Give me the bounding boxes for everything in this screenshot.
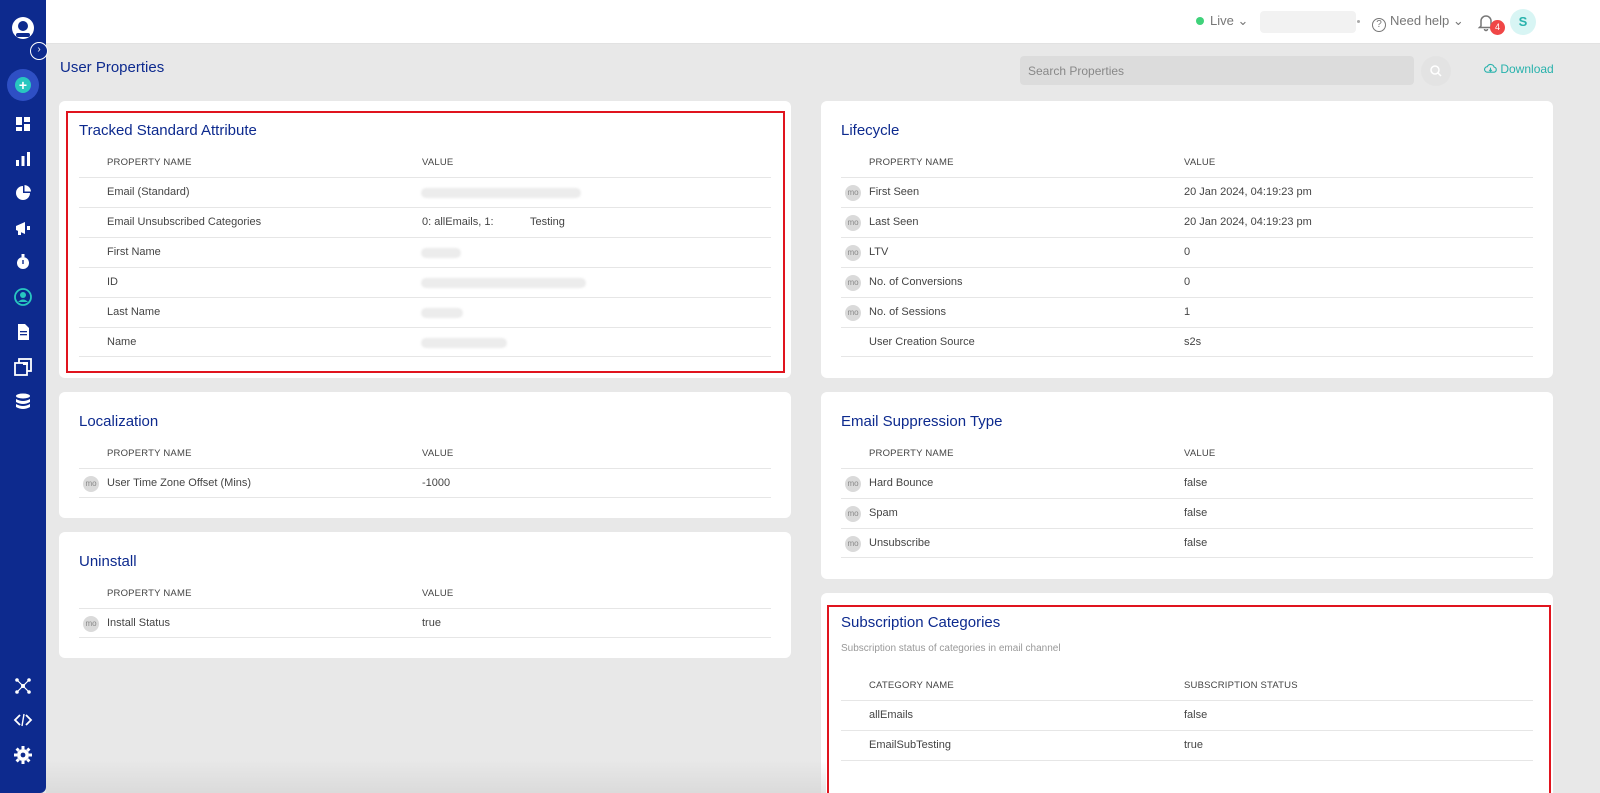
mo-badge: mo: [83, 616, 99, 632]
column-header-value: VALUE: [422, 588, 454, 599]
highlight-box: [66, 111, 785, 373]
column-header-property-name: PROPERTY NAME: [107, 448, 192, 459]
data-icon[interactable]: [13, 391, 33, 411]
property-value: true: [422, 617, 441, 629]
table-row: mo Install Status true: [79, 608, 771, 638]
notification-count-badge: 4: [1490, 20, 1505, 35]
bottom-fade: [46, 760, 826, 793]
card-title: Lifecycle: [841, 122, 900, 139]
table-row: mo Spam false: [841, 498, 1533, 528]
search-button[interactable]: [1421, 56, 1451, 86]
live-status-dot-icon: [1196, 17, 1204, 25]
table-row: mo Hard Bounce false: [841, 468, 1533, 498]
chevron-down-icon: ⌄: [1237, 13, 1249, 28]
table-row: mo LTV 0: [841, 237, 1533, 267]
app-logo-icon[interactable]: [11, 16, 35, 40]
property-value: -1000: [422, 477, 451, 489]
uninstall-card: Uninstall PROPERTY NAME VALUE mo Install…: [59, 532, 791, 658]
expand-sidebar-icon[interactable]: ›: [30, 42, 48, 60]
card-title: Localization: [79, 413, 159, 430]
user-icon[interactable]: [13, 287, 33, 307]
mo-badge: mo: [845, 506, 861, 522]
environment-selector[interactable]: Live ⌄: [1196, 13, 1248, 29]
top-bar: [46, 0, 1600, 44]
mo-badge: mo: [845, 476, 861, 492]
lifecycle-card: Lifecycle PROPERTY NAME VALUE mo First S…: [821, 101, 1553, 378]
column-header-value: VALUE: [422, 448, 454, 459]
table-row: mo Last Seen 20 Jan 2024, 04:19:23 pm: [841, 207, 1533, 237]
search-properties-input[interactable]: [1020, 56, 1414, 85]
code-icon[interactable]: [13, 710, 33, 730]
property-value: false: [1184, 537, 1208, 549]
user-avatar[interactable]: S: [1510, 9, 1536, 35]
dashboard-icon[interactable]: [13, 114, 33, 134]
help-menu[interactable]: ? Need help ⌄: [1372, 13, 1464, 32]
help-label: Need help: [1390, 13, 1450, 28]
column-header-property-name: PROPERTY NAME: [869, 448, 954, 459]
column-header-value: VALUE: [1184, 448, 1216, 459]
property-value: false: [1184, 507, 1208, 519]
campaigns-icon[interactable]: [13, 218, 33, 238]
mo-badge: mo: [845, 305, 861, 321]
property-name: Unsubscribe: [869, 537, 931, 549]
property-name: Spam: [869, 507, 898, 519]
property-name: No. of Conversions: [869, 276, 963, 288]
table-row: mo Unsubscribe false: [841, 528, 1533, 558]
property-name: First Seen: [869, 186, 920, 198]
help-icon: ?: [1372, 18, 1386, 32]
create-new-button[interactable]: +: [7, 69, 39, 101]
search-icon: [1430, 65, 1442, 77]
property-name: User Creation Source: [869, 336, 975, 348]
property-value: s2s: [1184, 336, 1202, 348]
property-name: Last Seen: [869, 216, 919, 228]
property-value: false: [1184, 477, 1208, 489]
column-header-property-name: PROPERTY NAME: [107, 588, 192, 599]
card-title: Uninstall: [79, 553, 137, 570]
chevron-down-icon: ⌄: [1452, 13, 1464, 28]
analytics-icon[interactable]: [13, 149, 33, 169]
column-header-property-name: PROPERTY NAME: [869, 157, 954, 168]
download-link[interactable]: Download: [1484, 62, 1554, 76]
mo-badge: mo: [83, 476, 99, 492]
property-value: 1: [1184, 306, 1191, 318]
table-row: mo First Seen 20 Jan 2024, 04:19:23 pm: [841, 177, 1533, 207]
table-row: mo No. of Sessions 1: [841, 297, 1533, 327]
property-name: User Time Zone Offset (Mins): [107, 477, 252, 489]
page-title: User Properties: [60, 59, 165, 76]
download-label: Download: [1500, 62, 1554, 76]
table-row: User Creation Source s2s: [841, 327, 1533, 357]
mo-badge: mo: [845, 185, 861, 201]
mo-badge: mo: [845, 245, 861, 261]
table-row: mo User Time Zone Offset (Mins) -1000: [79, 468, 771, 498]
mo-badge: mo: [845, 215, 861, 231]
sidebar: › +: [0, 0, 48, 793]
mo-badge: mo: [845, 275, 861, 291]
environment-label: Live: [1210, 13, 1234, 28]
workspace-selector[interactable]: [1260, 11, 1360, 33]
templates-icon[interactable]: [13, 357, 33, 377]
cloud-download-icon: [1484, 63, 1497, 73]
content-icon[interactable]: [13, 322, 33, 342]
flows-icon[interactable]: [13, 252, 33, 272]
property-name: No. of Sessions: [869, 306, 947, 318]
settings-icon[interactable]: [13, 745, 33, 765]
integrations-icon[interactable]: [13, 676, 33, 696]
email-suppression-card: Email Suppression Type PROPERTY NAME VAL…: [821, 392, 1553, 579]
property-value: 20 Jan 2024, 04:19:23 pm: [1184, 216, 1312, 228]
property-name: Hard Bounce: [869, 477, 934, 489]
property-value: 20 Jan 2024, 04:19:23 pm: [1184, 186, 1312, 198]
property-value: 0: [1184, 246, 1191, 258]
property-name: LTV: [869, 246, 889, 258]
table-row: mo No. of Conversions 0: [841, 267, 1533, 297]
column-header-value: VALUE: [1184, 157, 1216, 168]
card-title: Email Suppression Type: [841, 413, 1003, 430]
localization-card: Localization PROPERTY NAME VALUE mo User…: [59, 392, 791, 518]
segments-icon[interactable]: [13, 183, 33, 203]
highlight-box: [827, 605, 1551, 793]
property-value: 0: [1184, 276, 1191, 288]
mo-badge: mo: [845, 536, 861, 552]
property-name: Install Status: [107, 617, 170, 629]
